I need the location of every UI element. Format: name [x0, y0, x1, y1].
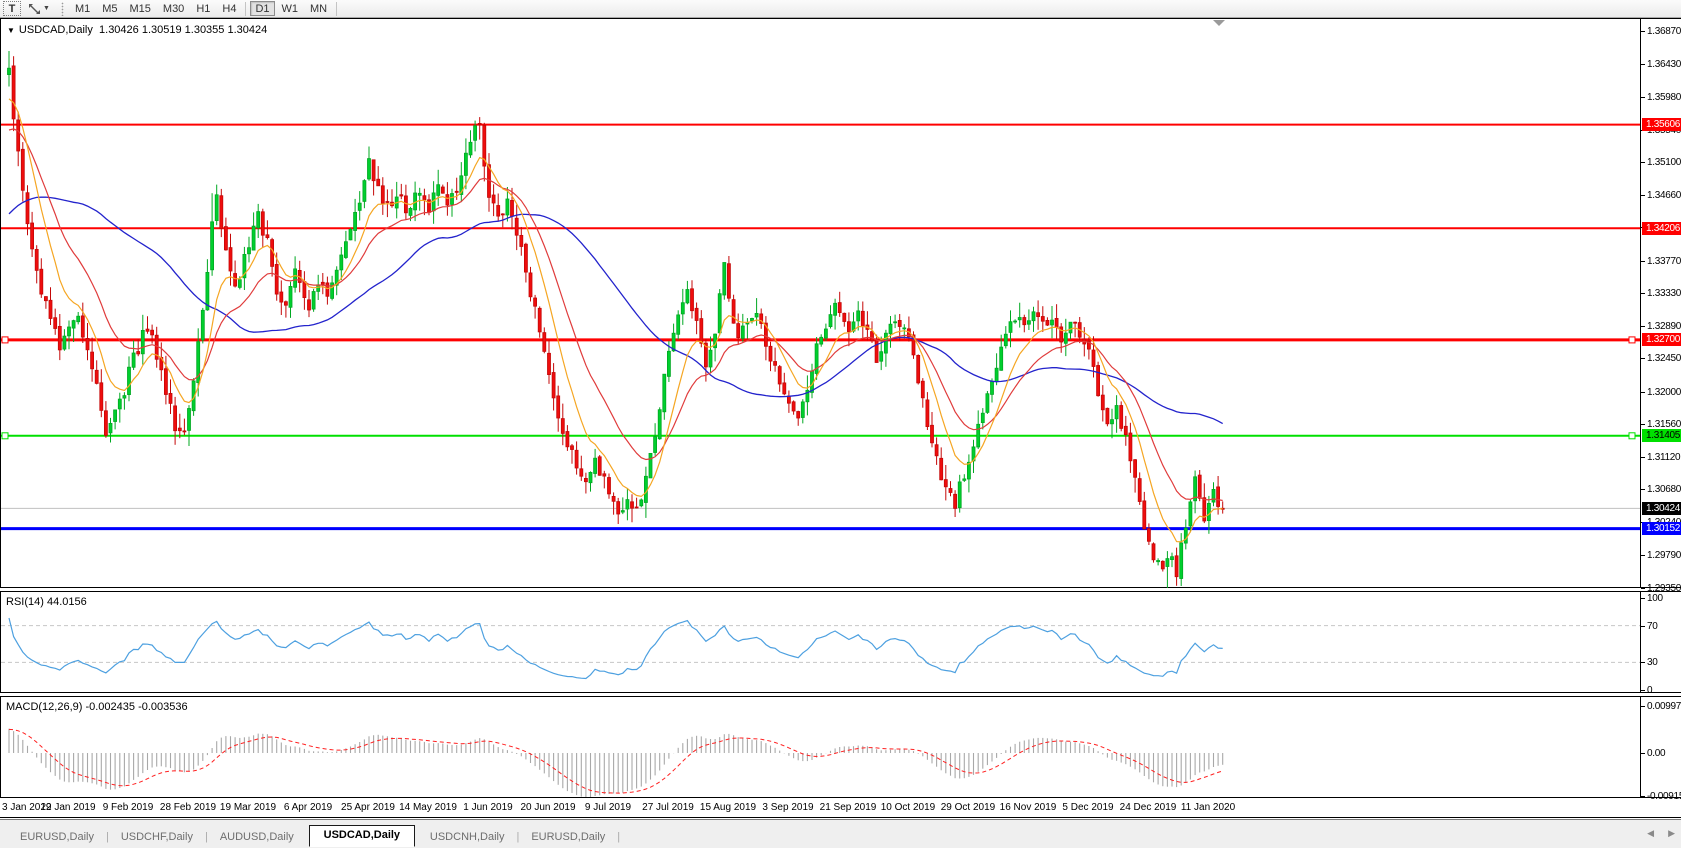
timeframe-button-w1[interactable]: W1 — [277, 1, 304, 16]
chart-symbol-period: USDCAD,Daily — [19, 24, 93, 36]
macd-axis-tick: 0.00 — [1641, 747, 1665, 759]
toolbar-separator — [336, 2, 337, 16]
macd-label: MACD(12,26,9) -0.002435 -0.003536 — [6, 701, 188, 713]
timeframe-button-h4[interactable]: H4 — [217, 1, 241, 16]
tab-separator: | — [617, 831, 620, 848]
chart-tab-eurusd-5[interactable]: EURUSD,Daily — [519, 828, 617, 848]
chart-shift-marker[interactable] — [1213, 20, 1225, 26]
price-axis-tick: 1.35100 — [1641, 156, 1681, 168]
price-axis-tick: 1.36870 — [1641, 25, 1681, 37]
timeframe-button-mn[interactable]: MN — [305, 1, 332, 16]
chart-tab-usdcnh-4[interactable]: USDCNH,Daily — [418, 828, 517, 848]
rsi-label: RSI(14) 44.0156 — [6, 596, 87, 608]
macd-chart-canvas[interactable] — [1, 697, 1640, 799]
rsi-axis-tick: 30 — [1641, 656, 1658, 668]
rsi-axis-tick: 100 — [1641, 592, 1663, 604]
price-axis-tick: 1.34660 — [1641, 189, 1681, 201]
ma-medium-line — [9, 129, 1223, 501]
price-axis-tick: 1.31120 — [1641, 451, 1680, 463]
hline-price-label: 1.32700 — [1642, 333, 1681, 346]
timeframe-button-m1[interactable]: M1 — [70, 1, 95, 16]
chevron-down-icon: ▼ — [43, 5, 50, 12]
toolbar-separator — [245, 2, 246, 16]
price-axis-tick: 1.30680 — [1641, 483, 1681, 495]
price-axis-tick: 1.32450 — [1641, 352, 1681, 364]
crosshair-icon — [28, 3, 41, 15]
chart-title: ▼ USDCAD,Daily 1.30426 1.30519 1.30355 1.… — [7, 24, 267, 36]
chart-tab-usdcad-3[interactable]: USDCAD,Daily — [309, 825, 415, 847]
ma-slow-line — [9, 197, 1223, 424]
timeframe-button-m15[interactable]: M15 — [125, 1, 156, 16]
hline-price-label: 1.35606 — [1642, 118, 1681, 131]
trading-terminal-window: T ▼ M1M5M15M30H1H4 D1W1MN ▼ USDCAD,Daily 1… — [0, 0, 1681, 848]
chart-tab-bar: EURUSD,Daily|USDCHF,Daily|AUDUSD,Daily|U… — [0, 819, 1681, 848]
price-axis-tick: 1.33330 — [1641, 287, 1681, 299]
rsi-axis-tick: 0 — [1641, 684, 1652, 696]
hline-handle-left[interactable] — [2, 433, 8, 439]
rsi-chart-canvas[interactable] — [1, 592, 1640, 694]
tab-scroll-left-icon[interactable]: ◀ — [1647, 827, 1654, 839]
crosshair-tool-button[interactable]: ▼ — [23, 1, 55, 16]
timeframe-button-m5[interactable]: M5 — [97, 1, 122, 16]
price-axis[interactable]: 1.368701.364301.359801.355401.351001.346… — [1640, 19, 1681, 587]
rsi-axis-tick: 70 — [1641, 620, 1658, 632]
rsi-line — [9, 618, 1223, 679]
macd-histogram — [9, 729, 1223, 797]
macd-axis-tick: 0.009975 — [1641, 700, 1681, 712]
hline-handle-left[interactable] — [2, 337, 8, 343]
macd-signal-line — [9, 729, 1223, 793]
price-axis-tick: 1.32890 — [1641, 320, 1681, 332]
timeframe-button-group: M1M5M15M30H1H4 D1W1MN — [69, 1, 340, 16]
ma-fast-line — [9, 99, 1223, 542]
collapse-arrow-icon[interactable]: ▼ — [7, 26, 15, 35]
price-axis-tick: 1.33770 — [1641, 255, 1681, 267]
timeframe-button-m30[interactable]: M30 — [158, 1, 189, 16]
text-tool-button[interactable]: T — [3, 1, 21, 16]
price-axis-tick: 1.35980 — [1641, 91, 1681, 103]
main-chart-panel: ▼ USDCAD,Daily 1.30426 1.30519 1.30355 1.… — [0, 18, 1681, 588]
date-axis-label: 11 Jan 2020 — [1173, 802, 1243, 813]
hline-handle-right[interactable] — [1629, 337, 1635, 343]
timeframe-button-h1[interactable]: H1 — [191, 1, 215, 16]
macd-indicator-panel: MACD(12,26,9) -0.002435 -0.003536 0.0099… — [0, 696, 1681, 798]
chart-ohlc-quotes: 1.30426 1.30519 1.30355 1.30424 — [99, 24, 267, 36]
hline-price-label: 1.31405 — [1642, 429, 1681, 442]
price-axis-tick: 1.36430 — [1641, 58, 1681, 70]
tab-scroll-right-icon[interactable]: ▶ — [1668, 827, 1675, 839]
chart-toolbar: T ▼ M1M5M15M30H1H4 D1W1MN — [0, 0, 1681, 18]
chart-tab-usdchf-1[interactable]: USDCHF,Daily — [109, 828, 205, 848]
price-chart-canvas[interactable] — [1, 19, 1640, 589]
hline-price-label: 1.30152 — [1642, 522, 1681, 535]
toolbar-grip — [59, 2, 66, 16]
current-price-label: 1.30424 — [1642, 502, 1681, 515]
chart-tab-eurusd-0[interactable]: EURUSD,Daily — [8, 828, 106, 848]
hline-handle-right[interactable] — [1629, 433, 1635, 439]
time-axis[interactable]: 3 Jan 201922 Jan 20199 Feb 201928 Feb 20… — [0, 799, 1681, 818]
hline-price-label: 1.34206 — [1642, 222, 1681, 235]
rsi-axis[interactable]: 10070300 — [1640, 592, 1681, 692]
timeframe-button-d1[interactable]: D1 — [250, 1, 274, 16]
chart-tab-audusd-2[interactable]: AUDUSD,Daily — [208, 828, 306, 848]
chart-tabs: EURUSD,Daily|USDCHF,Daily|AUDUSD,Daily|U… — [0, 820, 620, 848]
price-axis-tick: 1.32000 — [1641, 386, 1681, 398]
rsi-indicator-panel: RSI(14) 44.0156 100 70 30 0 — [0, 591, 1681, 693]
macd-axis[interactable]: 0.0099750.00-0.00915 — [1640, 697, 1681, 797]
price-axis-tick: 1.29790 — [1641, 549, 1681, 561]
